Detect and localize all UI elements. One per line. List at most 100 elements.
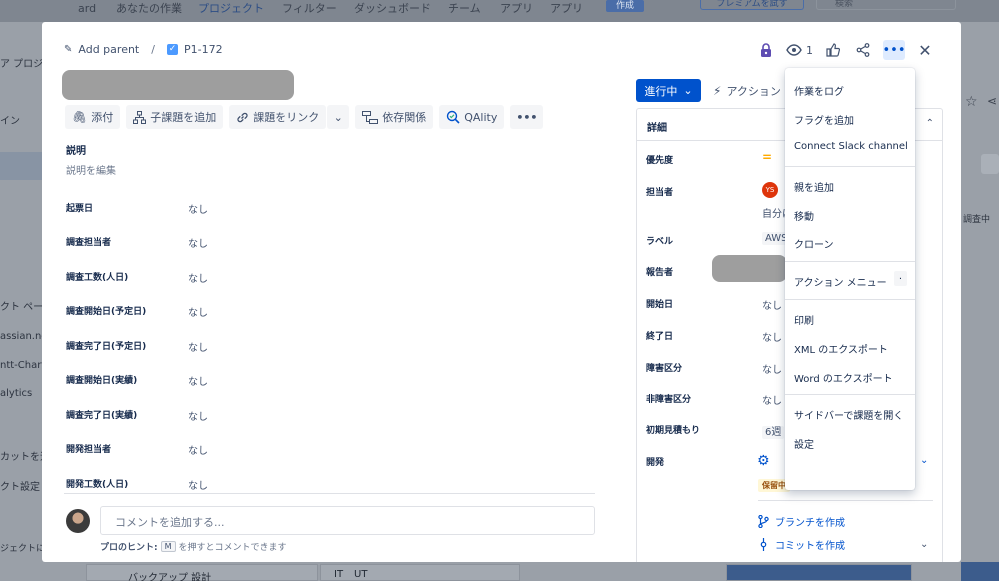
- menu-divider: [785, 394, 915, 395]
- menu-item-clone[interactable]: クローン: [794, 236, 834, 251]
- detail-value[interactable]: なし: [762, 361, 782, 376]
- divider: [758, 500, 933, 501]
- issue-key-link[interactable]: P1-172: [184, 43, 223, 56]
- menu-item-add-parent[interactable]: 親を追加: [794, 179, 834, 194]
- toolbar-more-button[interactable]: •••: [510, 105, 544, 129]
- issue-modal: ✎ Add parent / ✓ P1-172 1 ••• ✕ 🖇 添付 子課題…: [42, 22, 961, 562]
- reporter-redacted[interactable]: [712, 255, 787, 282]
- tip-label: プロのヒント:: [100, 543, 158, 553]
- share-icon[interactable]: [853, 40, 873, 60]
- bg-sidebar-highlight: [0, 152, 42, 180]
- field-value[interactable]: なし: [188, 373, 208, 388]
- background-sidebar: ア プロジェ イン クト ペー assian.ne ntt-Chart alyt…: [0, 22, 53, 581]
- detail-value[interactable]: 6週: [762, 423, 785, 439]
- issue-toolbar: 🖇 添付 子課題を追加 課題をリンク ⌄ 依存関係 QAlity •••: [65, 105, 544, 129]
- pencil-icon: ✎: [64, 44, 73, 55]
- field-value[interactable]: なし: [188, 270, 208, 285]
- like-icon[interactable]: [823, 40, 843, 60]
- add-subtask-label: 子課題を追加: [150, 111, 217, 124]
- chevron-down-icon[interactable]: ⌄: [920, 455, 928, 466]
- menu-item-settings[interactable]: 設定: [794, 436, 814, 451]
- field-row[interactable]: 開発工数(人日) なし: [66, 477, 566, 492]
- field-value[interactable]: なし: [188, 235, 208, 250]
- add-subtask-button[interactable]: 子課題を追加: [126, 105, 224, 129]
- dependencies-label: 依存関係: [382, 111, 427, 124]
- field-row[interactable]: 調査開始日(実績) なし: [66, 373, 566, 388]
- dependencies-button[interactable]: 依存関係: [355, 105, 434, 129]
- bg-card: [726, 564, 912, 581]
- action-label: アクション: [726, 84, 781, 98]
- description-heading: 説明: [66, 146, 86, 157]
- field-row[interactable]: 調査完了日(予定日) なし: [66, 339, 566, 354]
- menu-item-connect-slack[interactable]: Connect Slack channel: [794, 141, 908, 152]
- avatar: [66, 509, 90, 533]
- field-row[interactable]: 調査開始日(予定日) なし: [66, 304, 566, 319]
- field-value[interactable]: なし: [188, 304, 208, 319]
- breadcrumb-separator: /: [151, 43, 155, 56]
- lock-icon[interactable]: [756, 40, 776, 60]
- field-label: 調査開始日(実績): [66, 376, 138, 386]
- field-label: 調査完了日(実績): [66, 411, 138, 421]
- close-icon[interactable]: ✕: [915, 40, 935, 60]
- field-row[interactable]: 調査担当者 なし: [66, 235, 566, 250]
- bg-nav-item: アプリ: [500, 2, 533, 15]
- watch-button[interactable]: 1: [786, 44, 813, 57]
- more-actions-icon[interactable]: •••: [883, 40, 906, 60]
- field-row[interactable]: 調査工数(人日) なし: [66, 270, 566, 285]
- bg-sidebar-item: ntt-Chart: [0, 360, 46, 371]
- field-label: 起票日: [66, 204, 94, 214]
- menu-item-log-work[interactable]: 作業をログ: [794, 83, 844, 98]
- bg-nav-item: フィルター: [282, 2, 337, 15]
- comment-input[interactable]: コメントを追加する...: [100, 506, 595, 535]
- more-actions-menu: 作業をログ フラグを追加 Connect Slack channel 親を追加 …: [785, 68, 915, 490]
- field-row[interactable]: 調査完了日(実績) なし: [66, 408, 566, 423]
- create-commit-link[interactable]: コミットを作成 ⌄: [758, 537, 928, 552]
- detail-value[interactable]: なし: [762, 329, 782, 344]
- field-row[interactable]: 開発担当者 なし: [66, 442, 566, 457]
- action-button[interactable]: ⚡ アクション: [713, 79, 781, 102]
- detail-label: ラベル: [646, 237, 674, 247]
- gear-icon[interactable]: ⚙: [757, 453, 770, 469]
- link-issue-dropdown[interactable]: ⌄: [327, 105, 350, 129]
- chevron-down-icon[interactable]: ⌄: [920, 539, 928, 550]
- assignee-avatar[interactable]: YS: [762, 182, 778, 198]
- status-button[interactable]: 進行中 ⌄: [636, 79, 701, 102]
- menu-item-open-in-sidebar[interactable]: サイドバーで課題を開く: [794, 407, 903, 422]
- field-row[interactable]: 起票日 なし: [66, 201, 566, 216]
- qality-icon: [447, 110, 460, 124]
- chevron-down-icon: ⌄: [333, 110, 343, 124]
- bg-nav-item: あなたの作業: [116, 2, 182, 15]
- add-parent-link[interactable]: Add parent: [78, 43, 139, 56]
- field-value[interactable]: なし: [188, 201, 208, 216]
- branch-icon: [758, 515, 769, 528]
- background-right: ☆ ⋖ 調査中: [961, 22, 999, 581]
- link-issue-label: 課題をリンク: [253, 111, 320, 124]
- menu-item-print[interactable]: 印刷: [794, 312, 814, 327]
- description-editor[interactable]: 説明を編集: [66, 162, 116, 177]
- divider: [64, 493, 595, 494]
- bg-card-tag: UT: [354, 569, 368, 580]
- attach-button[interactable]: 🖇 添付: [65, 105, 121, 129]
- detail-value[interactable]: なし: [762, 392, 782, 407]
- field-label: 開発担当者: [66, 445, 112, 455]
- field-value[interactable]: なし: [188, 408, 208, 423]
- menu-item-export-xml[interactable]: XML のエクスポート: [794, 341, 888, 356]
- link-issue-button[interactable]: 課題をリンク: [229, 105, 327, 129]
- priority-medium-icon[interactable]: =: [762, 150, 772, 164]
- create-branch-link[interactable]: ブランチを作成: [758, 514, 845, 529]
- issue-title-redacted[interactable]: [62, 70, 294, 100]
- menu-divider: [785, 299, 915, 300]
- qality-button[interactable]: QAlity: [439, 105, 505, 129]
- menu-item-action-menu[interactable]: アクション メニュー: [794, 274, 887, 289]
- menu-item-move[interactable]: 移動: [794, 208, 814, 223]
- menu-item-add-flag[interactable]: フラグを追加: [794, 112, 854, 127]
- field-value[interactable]: なし: [188, 442, 208, 457]
- background-board: バックアップ 設計 IT UT: [42, 562, 961, 581]
- commit-icon: [760, 538, 767, 551]
- field-value[interactable]: なし: [188, 339, 208, 354]
- field-value[interactable]: なし: [188, 477, 208, 492]
- menu-item-export-word[interactable]: Word のエクスポート: [794, 370, 893, 385]
- bg-filter-icon: [981, 154, 999, 174]
- watch-count: 1: [806, 43, 813, 57]
- detail-value[interactable]: なし: [762, 297, 782, 312]
